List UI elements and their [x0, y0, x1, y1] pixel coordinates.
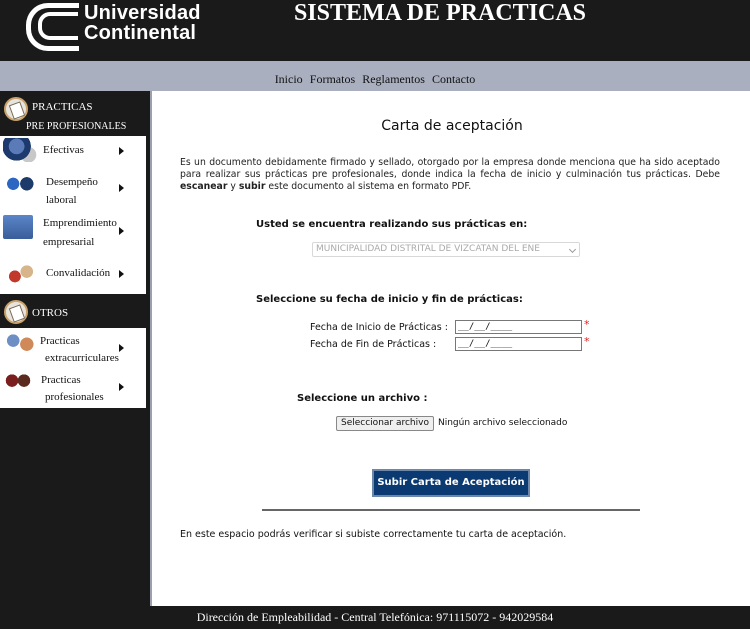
nav-contacto[interactable]: Contacto [432, 72, 475, 86]
meeting-icon [3, 331, 37, 355]
sidebar-section-otros: OTROS [0, 294, 150, 328]
sidebar-section-practicas: PRACTICAS PRE PROFESIONALES [0, 91, 150, 136]
sidebar: PRACTICAS PRE PROFESIONALES Efectivas De… [0, 91, 150, 606]
sidebar-item-efectivas[interactable]: Efectivas [0, 136, 146, 170]
sidebar-item-extracurriculares[interactable]: Practicas extracurriculares [0, 328, 146, 368]
sidebar-item-label: Emprendimiento [43, 217, 117, 229]
section-subtitle: PRE PROFESIONALES [26, 121, 127, 132]
sidebar-item-label: Practicas [40, 335, 80, 347]
entrepreneur-icon [3, 215, 33, 239]
sidebar-item-desempeno[interactable]: Desempeño laboral [0, 170, 146, 212]
sidebar-item-label-2: profesionales [45, 391, 104, 403]
description: Es un documento debidamente firmado y se… [180, 157, 720, 192]
company-select[interactable]: MUNICIPALIDAD DISTRITAL DE VIZCATAN DEL … [312, 242, 580, 257]
chevron-right-icon [119, 227, 124, 235]
chevron-right-icon [119, 270, 124, 278]
required-mark: * [584, 335, 590, 348]
company-label: Usted se encuentra realizando sus prácti… [256, 219, 528, 230]
end-date-label: Fecha de Fin de Prácticas : [310, 339, 437, 350]
diploma-icon [4, 300, 28, 324]
nav-formatos[interactable]: Formatos [310, 72, 355, 86]
end-date-input[interactable]: __/__/____ [455, 337, 582, 351]
start-date-input[interactable]: __/__/____ [455, 320, 582, 334]
sidebar-item-label: Efectivas [43, 144, 84, 156]
section-title: PRACTICAS [32, 101, 93, 113]
professionals-icon [3, 371, 33, 395]
site-title: SISTEMA DE PRACTICAS [293, 0, 587, 26]
sidebar-item-label: Desempeño [46, 176, 98, 188]
workers-icon [3, 262, 37, 286]
header: Universidad Continental SISTEMA DE PRACT… [0, 0, 750, 61]
page-title: Carta de aceptación [381, 118, 523, 134]
chevron-right-icon [119, 383, 124, 391]
start-date-label: Fecha de Inicio de Prácticas : [310, 322, 448, 333]
sidebar-item-label-2: laboral [46, 194, 77, 206]
upload-letter-button[interactable]: Subir Carta de Aceptación [372, 469, 530, 497]
chevron-right-icon [119, 344, 124, 352]
nav-reglamentos[interactable]: Reglamentos [362, 72, 425, 86]
sidebar-item-label-2: empresarial [43, 236, 95, 248]
sidebar-item-emprendimiento[interactable]: Emprendimiento empresarial [0, 212, 146, 256]
file-label: Seleccione un archivo : [297, 393, 428, 404]
chevron-right-icon [119, 184, 124, 192]
main-content: Carta de aceptación Es un documento debi… [150, 91, 750, 606]
dates-label: Seleccione su fecha de inicio y fin de p… [256, 294, 523, 305]
section-title: OTROS [32, 307, 69, 319]
divider [262, 509, 640, 511]
sidebar-item-profesionales[interactable]: Practicas profesionales [0, 368, 146, 408]
top-nav: Inicio Formatos Reglamentos Contacto [0, 61, 750, 91]
sidebar-item-label: Convalidación [46, 267, 111, 279]
practicas-menu: Efectivas Desempeño laboral Emprendimien… [0, 136, 146, 294]
diploma-icon [4, 97, 28, 121]
verify-note: En este espacio podrás verificar si subi… [180, 529, 567, 540]
sidebar-item-convalidacion[interactable]: Convalidación [0, 256, 146, 294]
otros-menu: Practicas extracurriculares Practicas pr… [0, 328, 146, 408]
sidebar-item-label: Practicas [41, 374, 81, 386]
sidebar-item-label-2: extracurriculares [45, 352, 119, 364]
footer: Dirección de Empleabilidad - Central Tel… [0, 606, 750, 629]
nav-inicio[interactable]: Inicio [275, 72, 303, 86]
chevron-right-icon [119, 147, 124, 155]
graduate-icon [3, 138, 37, 162]
file-status: Ningún archivo seleccionado [438, 418, 568, 428]
required-mark: * [584, 318, 590, 331]
choose-file-button[interactable]: Seleccionar archivo [336, 416, 434, 431]
handshake-icon [3, 173, 37, 197]
